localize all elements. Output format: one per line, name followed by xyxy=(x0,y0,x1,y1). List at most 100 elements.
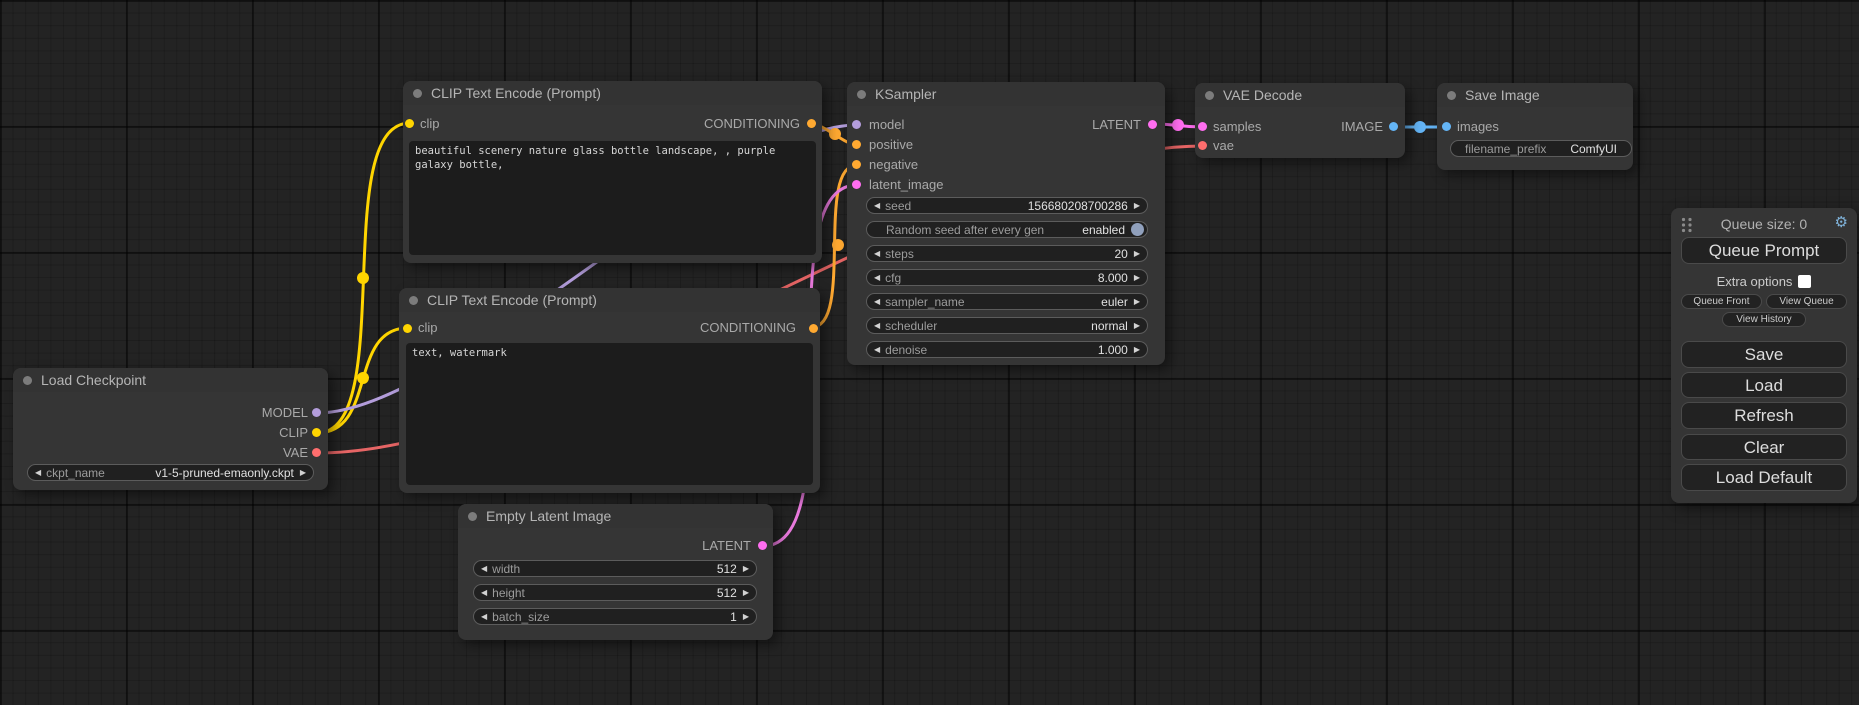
input-slot-clip[interactable] xyxy=(405,119,414,128)
widget-label: sampler_name xyxy=(885,295,964,309)
node-title-bar[interactable]: CLIP Text Encode (Prompt) xyxy=(403,81,822,105)
sampler-name-widget[interactable]: ◀ sampler_name euler ▶ xyxy=(866,293,1148,310)
input-slot-latent-image[interactable] xyxy=(852,180,861,189)
view-queue-button[interactable]: View Queue xyxy=(1766,294,1847,309)
load-button[interactable]: Load xyxy=(1681,372,1847,398)
scheduler-widget[interactable]: ◀ scheduler normal ▶ xyxy=(866,317,1148,334)
batch-size-widget[interactable]: ◀ batch_size 1 ▶ xyxy=(473,608,757,625)
node-title: CLIP Text Encode (Prompt) xyxy=(427,292,597,308)
arrow-right-icon[interactable]: ▶ xyxy=(743,613,749,621)
output-label-conditioning: CONDITIONING xyxy=(700,321,796,335)
input-slot-vae[interactable] xyxy=(1198,141,1207,150)
arrow-right-icon[interactable]: ▶ xyxy=(1134,298,1140,306)
input-slot-clip[interactable] xyxy=(403,324,412,333)
node-title-bar[interactable]: VAE Decode xyxy=(1195,83,1405,107)
seed-widget[interactable]: ◀ seed 156680208700286 ▶ xyxy=(866,197,1148,214)
extra-options-checkbox[interactable] xyxy=(1798,275,1811,288)
prompt-textarea[interactable]: text, watermark xyxy=(406,343,813,485)
cfg-widget[interactable]: ◀ cfg 8.000 ▶ xyxy=(866,269,1148,286)
link-dot xyxy=(1172,119,1184,131)
collapse-dot-icon[interactable] xyxy=(1447,91,1456,100)
queue-front-button[interactable]: Queue Front xyxy=(1681,294,1762,309)
arrow-right-icon[interactable]: ▶ xyxy=(1134,346,1140,354)
arrow-left-icon[interactable]: ◀ xyxy=(481,565,487,573)
height-widget[interactable]: ◀ height 512 ▶ xyxy=(473,584,757,601)
input-slot-negative[interactable] xyxy=(852,160,861,169)
output-slot-clip[interactable] xyxy=(312,428,321,437)
node-load-checkpoint[interactable]: Load Checkpoint MODEL CLIP VAE ◀ ckpt_na… xyxy=(13,368,328,490)
collapse-dot-icon[interactable] xyxy=(857,90,866,99)
save-button[interactable]: Save xyxy=(1681,341,1847,368)
collapse-dot-icon[interactable] xyxy=(23,376,32,385)
filename-prefix-widget[interactable]: filename_prefix ComfyUI xyxy=(1450,140,1632,157)
arrow-left-icon[interactable]: ◀ xyxy=(874,322,880,330)
arrow-right-icon[interactable]: ▶ xyxy=(1134,322,1140,330)
input-label-positive: positive xyxy=(869,138,913,152)
arrow-right-icon[interactable]: ▶ xyxy=(743,589,749,597)
queue-size-label: Queue size: 0 xyxy=(1671,216,1857,232)
collapse-dot-icon[interactable] xyxy=(1205,91,1214,100)
input-slot-images[interactable] xyxy=(1442,122,1451,131)
widget-value: normal xyxy=(1091,319,1128,333)
node-title-bar[interactable]: CLIP Text Encode (Prompt) xyxy=(399,288,820,312)
node-ksampler[interactable]: KSampler model positive negative latent_… xyxy=(847,82,1165,365)
arrow-right-icon[interactable]: ▶ xyxy=(1134,274,1140,282)
arrow-right-icon[interactable]: ▶ xyxy=(300,469,306,477)
widget-value: ComfyUI xyxy=(1570,142,1617,156)
arrow-left-icon[interactable]: ◀ xyxy=(35,469,41,477)
node-clip-text-encode-negative[interactable]: CLIP Text Encode (Prompt) clip CONDITION… xyxy=(399,288,820,493)
denoise-widget[interactable]: ◀ denoise 1.000 ▶ xyxy=(866,341,1148,358)
collapse-dot-icon[interactable] xyxy=(468,512,477,521)
arrow-left-icon[interactable]: ◀ xyxy=(874,202,880,210)
load-default-button[interactable]: Load Default xyxy=(1681,464,1847,491)
widget-label: height xyxy=(492,586,525,600)
arrow-left-icon[interactable]: ◀ xyxy=(874,298,880,306)
arrow-right-icon[interactable]: ▶ xyxy=(1134,250,1140,258)
output-slot-conditioning[interactable] xyxy=(807,119,816,128)
widget-value: enabled xyxy=(1082,223,1125,237)
output-slot-conditioning[interactable] xyxy=(809,324,818,333)
gear-icon[interactable]: ⚙ xyxy=(1835,213,1848,231)
arrow-right-icon[interactable]: ▶ xyxy=(743,565,749,573)
node-save-image[interactable]: Save Image images filename_prefix ComfyU… xyxy=(1437,83,1633,170)
node-empty-latent-image[interactable]: Empty Latent Image LATENT ◀ width 512 ▶ … xyxy=(458,504,773,640)
steps-widget[interactable]: ◀ steps 20 ▶ xyxy=(866,245,1148,262)
view-history-button[interactable]: View History xyxy=(1722,312,1806,327)
prompt-textarea[interactable]: beautiful scenery nature glass bottle la… xyxy=(409,141,816,255)
arrow-left-icon[interactable]: ◀ xyxy=(874,250,880,258)
refresh-button[interactable]: Refresh xyxy=(1681,402,1847,429)
input-slot-samples[interactable] xyxy=(1198,122,1207,131)
node-title-bar[interactable]: KSampler xyxy=(847,82,1165,106)
arrow-left-icon[interactable]: ◀ xyxy=(874,274,880,282)
collapse-dot-icon[interactable] xyxy=(413,89,422,98)
node-title-bar[interactable]: Save Image xyxy=(1437,83,1633,107)
output-slot-latent[interactable] xyxy=(1148,120,1157,129)
widget-value: 1.000 xyxy=(1098,343,1128,357)
node-graph-canvas[interactable]: Load Checkpoint MODEL CLIP VAE ◀ ckpt_na… xyxy=(0,0,1859,705)
widget-value: 512 xyxy=(717,562,737,576)
input-slot-positive[interactable] xyxy=(852,140,861,149)
queue-prompt-button[interactable]: Queue Prompt xyxy=(1681,237,1847,264)
random-seed-widget[interactable]: Random seed after every gen enabled xyxy=(866,221,1148,238)
ckpt-name-widget[interactable]: ◀ ckpt_name v1-5-pruned-emaonly.ckpt ▶ xyxy=(27,464,314,481)
node-clip-text-encode-positive[interactable]: CLIP Text Encode (Prompt) clip CONDITION… xyxy=(403,81,822,263)
node-vae-decode[interactable]: VAE Decode samples vae IMAGE xyxy=(1195,83,1405,158)
arrow-right-icon[interactable]: ▶ xyxy=(1134,202,1140,210)
output-label-model: MODEL xyxy=(262,406,308,420)
node-title-bar[interactable]: Load Checkpoint xyxy=(13,368,328,392)
arrow-left-icon[interactable]: ◀ xyxy=(481,589,487,597)
arrow-left-icon[interactable]: ◀ xyxy=(481,613,487,621)
output-slot-latent[interactable] xyxy=(758,541,767,550)
output-slot-vae[interactable] xyxy=(312,448,321,457)
node-title-bar[interactable]: Empty Latent Image xyxy=(458,504,773,528)
widget-value: euler xyxy=(1101,295,1128,309)
arrow-left-icon[interactable]: ◀ xyxy=(874,346,880,354)
output-slot-model[interactable] xyxy=(312,408,321,417)
clear-button[interactable]: Clear xyxy=(1681,434,1847,460)
toggle-icon[interactable] xyxy=(1131,223,1144,236)
output-slot-image[interactable] xyxy=(1389,122,1398,131)
input-label-negative: negative xyxy=(869,158,918,172)
collapse-dot-icon[interactable] xyxy=(409,296,418,305)
width-widget[interactable]: ◀ width 512 ▶ xyxy=(473,560,757,577)
input-slot-model[interactable] xyxy=(852,120,861,129)
